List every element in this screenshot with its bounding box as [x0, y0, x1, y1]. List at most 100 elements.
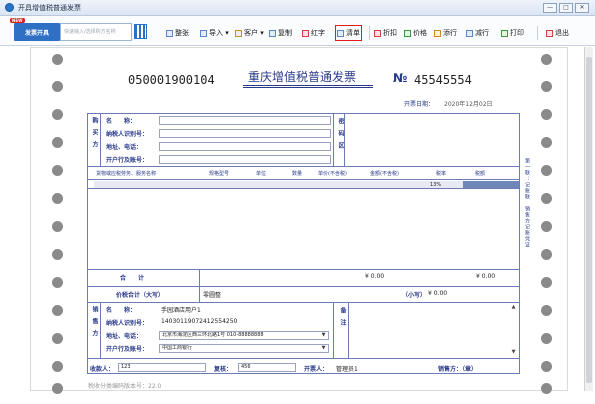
buyer-address-input[interactable] — [159, 142, 331, 151]
invoice-title: 重庆增值税普通发票 — [248, 70, 357, 84]
feed-hole — [52, 109, 63, 120]
printer-icon — [501, 29, 508, 37]
copy-caption: 第一联：记账联 销售方记账凭证 — [524, 158, 530, 248]
col-tax: 税额 — [475, 171, 486, 177]
buyer-name-input[interactable] — [159, 116, 331, 125]
issue-invoice-button[interactable]: NEW 发票开具 — [10, 18, 60, 41]
number-symbol: № — [393, 71, 408, 85]
minimize-button[interactable]: — — [543, 3, 557, 13]
scroll-down-icon[interactable]: ▼ — [510, 349, 517, 356]
grid-icon — [166, 29, 173, 37]
copy-icon — [269, 29, 276, 37]
remark-label: 备注 — [339, 307, 346, 331]
vertical-scrollbar[interactable] — [584, 47, 593, 391]
close-button[interactable]: ✕ — [575, 3, 589, 13]
buyer-bank-label: 开户行及账号： — [106, 157, 149, 164]
app-icon — [5, 3, 14, 12]
payee-input[interactable]: 123 — [118, 363, 206, 372]
discount-button[interactable]: 折扣 — [374, 27, 397, 39]
price-button[interactable]: 价格 — [404, 27, 427, 39]
invoice-code: 050001900104 — [128, 73, 215, 87]
frame-line — [100, 302, 101, 358]
buyer-side-label: 购买方 — [91, 117, 98, 153]
drawer-label: 开票人： — [304, 366, 329, 373]
col-qty: 数量 — [292, 171, 303, 177]
drawer-value: 管理员1 — [336, 366, 358, 373]
seller-sign-label: 销售方：（章） — [438, 366, 478, 373]
version-note: 税收分类编码版本号：22.0 — [88, 383, 162, 390]
import-button[interactable]: 导入 ▾ — [200, 27, 229, 39]
scrollbar-thumb[interactable] — [586, 57, 592, 383]
col-rate: 税率 — [436, 171, 447, 177]
grand-lower-label: （小写） — [402, 292, 427, 299]
customer-button[interactable]: 客户 ▾ — [235, 27, 264, 39]
payee-label: 收款人： — [90, 366, 115, 373]
buyer-bank-input[interactable] — [159, 155, 331, 164]
feed-hole — [541, 383, 552, 394]
quick-search-input[interactable]: 快速输入/选择购方名称 — [60, 23, 132, 41]
issue-invoice-label: 发票开具 — [24, 29, 49, 37]
buyer-tax-input[interactable] — [159, 129, 331, 138]
frame-line — [87, 166, 519, 167]
add-row-icon — [434, 29, 441, 37]
feed-hole — [52, 137, 63, 148]
feed-hole — [52, 54, 63, 65]
chevron-down-icon[interactable]: ▼ — [320, 345, 327, 352]
feed-hole — [52, 333, 63, 344]
discount-icon — [374, 29, 381, 37]
seller-tax-value: 14030119072412554250 — [161, 318, 238, 325]
add-row-button[interactable]: 添行 — [434, 27, 457, 39]
qr-code-icon[interactable] — [134, 24, 147, 39]
col-unit-price: 单价(不含税) — [318, 171, 347, 177]
feed-hole — [52, 193, 63, 204]
person-icon — [235, 29, 242, 37]
checker-label: 复核： — [214, 366, 233, 373]
grand-total-label: 价税合计（大写） — [116, 292, 165, 299]
feed-hole — [52, 383, 63, 394]
checker-input[interactable]: 456 — [238, 363, 296, 372]
col-spec: 规格型号 — [209, 171, 230, 177]
frame-line — [87, 358, 519, 359]
exit-button[interactable]: 退出 — [546, 27, 569, 39]
print-button[interactable]: 打印 — [501, 27, 524, 39]
new-badge: NEW — [10, 18, 25, 23]
frame-line — [87, 179, 519, 180]
frame-line — [333, 302, 334, 358]
chevron-down-icon[interactable]: ▼ — [320, 332, 327, 339]
seller-bank-select[interactable]: 中国工商银行 — [159, 344, 329, 353]
scroll-up-icon[interactable]: ▲ — [510, 304, 517, 311]
frame-line — [348, 302, 349, 358]
tax-cell-selected[interactable] — [463, 181, 519, 188]
table-row[interactable] — [94, 181, 519, 188]
col-amount: 金额(不含税) — [370, 171, 399, 177]
seller-tax-label: 纳税人识别号： — [106, 320, 149, 327]
buyer-name-label: 名 称： — [106, 118, 137, 125]
seller-bank-label: 开户行及账号： — [106, 346, 149, 353]
seller-address-select[interactable]: 北京市海淀区西三环北路1号 010-88888888 — [159, 331, 329, 340]
feed-hole — [52, 361, 63, 372]
grand-total-lower: ¥ 0.00 — [428, 290, 448, 297]
buyer-address-label: 地址、电话： — [106, 144, 143, 151]
grand-total-upper: 零圆整 — [203, 292, 222, 299]
delete-row-button[interactable]: 减行 — [466, 27, 489, 39]
title-underline — [243, 85, 373, 88]
feed-holes-left — [52, 47, 64, 394]
total-tax: ¥ 0.00 — [476, 273, 496, 280]
frame-line — [87, 373, 520, 374]
feed-hole — [52, 81, 63, 92]
frame-line — [87, 269, 519, 270]
frame-line — [87, 113, 519, 114]
whole-button[interactable]: 整张 — [166, 27, 189, 39]
red-invoice-button[interactable]: 红字 — [302, 27, 325, 39]
window-title: 开具增值税普通发票 — [18, 3, 81, 12]
total-label: 合 计 — [120, 275, 145, 282]
feed-hole — [541, 81, 552, 92]
frame-line — [87, 188, 519, 189]
copy-button[interactable]: 复制 — [269, 27, 292, 39]
maximize-button[interactable]: □ — [559, 3, 573, 13]
list-button[interactable]: 清单 — [335, 25, 362, 41]
feed-hole — [52, 277, 63, 288]
feed-hole — [541, 221, 552, 232]
feed-hole — [52, 165, 63, 176]
feed-hole — [541, 109, 552, 120]
